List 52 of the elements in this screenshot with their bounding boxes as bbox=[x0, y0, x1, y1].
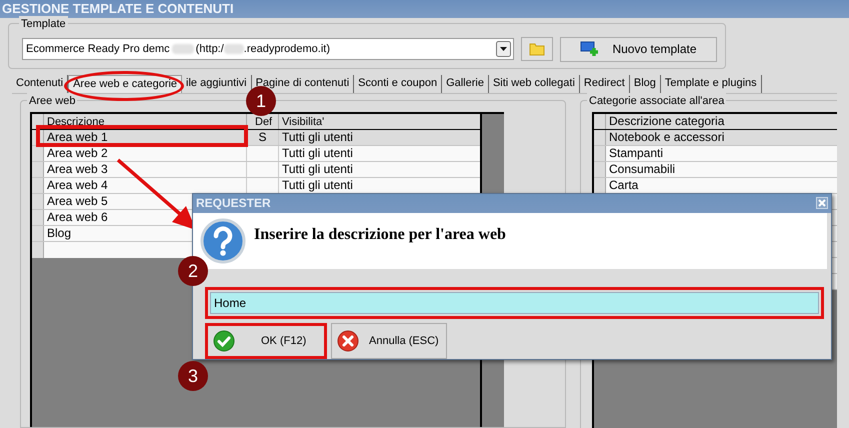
table-cell: Tutti gli utenti bbox=[282, 146, 353, 160]
tab[interactable]: Aree web e categorie bbox=[68, 75, 182, 93]
table-cell: Area web 2 bbox=[44, 146, 247, 161]
check-icon bbox=[213, 330, 235, 352]
table-cell-text: Notebook e accessori bbox=[608, 130, 724, 145]
folder-icon bbox=[529, 42, 545, 56]
table-row[interactable]: Area web 4 Tutti gli utenti bbox=[32, 178, 480, 194]
window-title: GESTIONE TEMPLATE E CONTENUTI bbox=[0, 0, 849, 18]
group-legend: Template bbox=[19, 16, 68, 32]
table-cell: Tutti gli utenti bbox=[282, 130, 353, 144]
column-header: Descrizione categoria bbox=[608, 114, 724, 129]
add-window-icon bbox=[580, 41, 600, 57]
table-row[interactable]: Consumabili bbox=[594, 162, 837, 178]
table-cell: Area web 3 bbox=[44, 162, 247, 177]
row-header-cell bbox=[32, 146, 44, 161]
row-header-cell bbox=[32, 162, 44, 177]
table-row[interactable]: Carta bbox=[594, 178, 837, 194]
question-icon bbox=[200, 218, 246, 264]
row-header-cell bbox=[32, 178, 44, 193]
table-cell: Area web 1 bbox=[44, 130, 247, 145]
table-cell-text: Stampanti bbox=[608, 146, 664, 161]
table-cell: Tutti gli utenti bbox=[282, 178, 353, 192]
table-row[interactable]: Stampanti bbox=[594, 146, 837, 162]
description-field[interactable]: Home bbox=[210, 292, 819, 314]
cancel-button[interactable]: Annulla (ESC) bbox=[331, 323, 447, 359]
row-header-cell bbox=[594, 162, 606, 177]
row-header-cell bbox=[32, 242, 44, 258]
dropdown-caret-icon[interactable] bbox=[496, 41, 511, 57]
folder-button[interactable] bbox=[521, 37, 553, 61]
table-row[interactable]: Area web 3 Tutti gli utenti bbox=[32, 162, 480, 178]
cancel-icon bbox=[337, 330, 359, 352]
column-header: Descrizione bbox=[44, 114, 247, 129]
row-header-cell bbox=[32, 210, 44, 225]
blurred-text bbox=[172, 44, 194, 54]
close-icon[interactable] bbox=[816, 197, 828, 210]
table-row[interactable]: Notebook e accessori bbox=[594, 130, 837, 146]
ok-button[interactable]: OK (F12) bbox=[205, 323, 327, 359]
template-dropdown[interactable]: Ecommerce Ready Pro demc (http:/ .readyprodemo.it) bbox=[22, 38, 514, 60]
table-cell: Tutti gli utenti bbox=[282, 162, 353, 176]
row-header-cell bbox=[32, 194, 44, 209]
table-cell-text: Carta bbox=[608, 178, 638, 193]
table-cell: S bbox=[258, 130, 266, 145]
group-legend: Categorie associate all'area bbox=[587, 93, 726, 110]
blurred-text bbox=[224, 44, 244, 54]
new-template-button[interactable]: Nuovo template bbox=[560, 36, 717, 62]
row-header-cell bbox=[594, 146, 606, 161]
table-row[interactable]: Area web 1 S Tutti gli utenti bbox=[32, 130, 480, 146]
row-header-cell bbox=[32, 226, 44, 241]
tab[interactable]: Pagine di contenuti bbox=[252, 75, 354, 93]
table-row[interactable]: Area web 2 Tutti gli utenti bbox=[32, 146, 480, 162]
column-header: Visibilita' bbox=[281, 115, 326, 129]
table-cell-text: Consumabili bbox=[608, 162, 676, 177]
